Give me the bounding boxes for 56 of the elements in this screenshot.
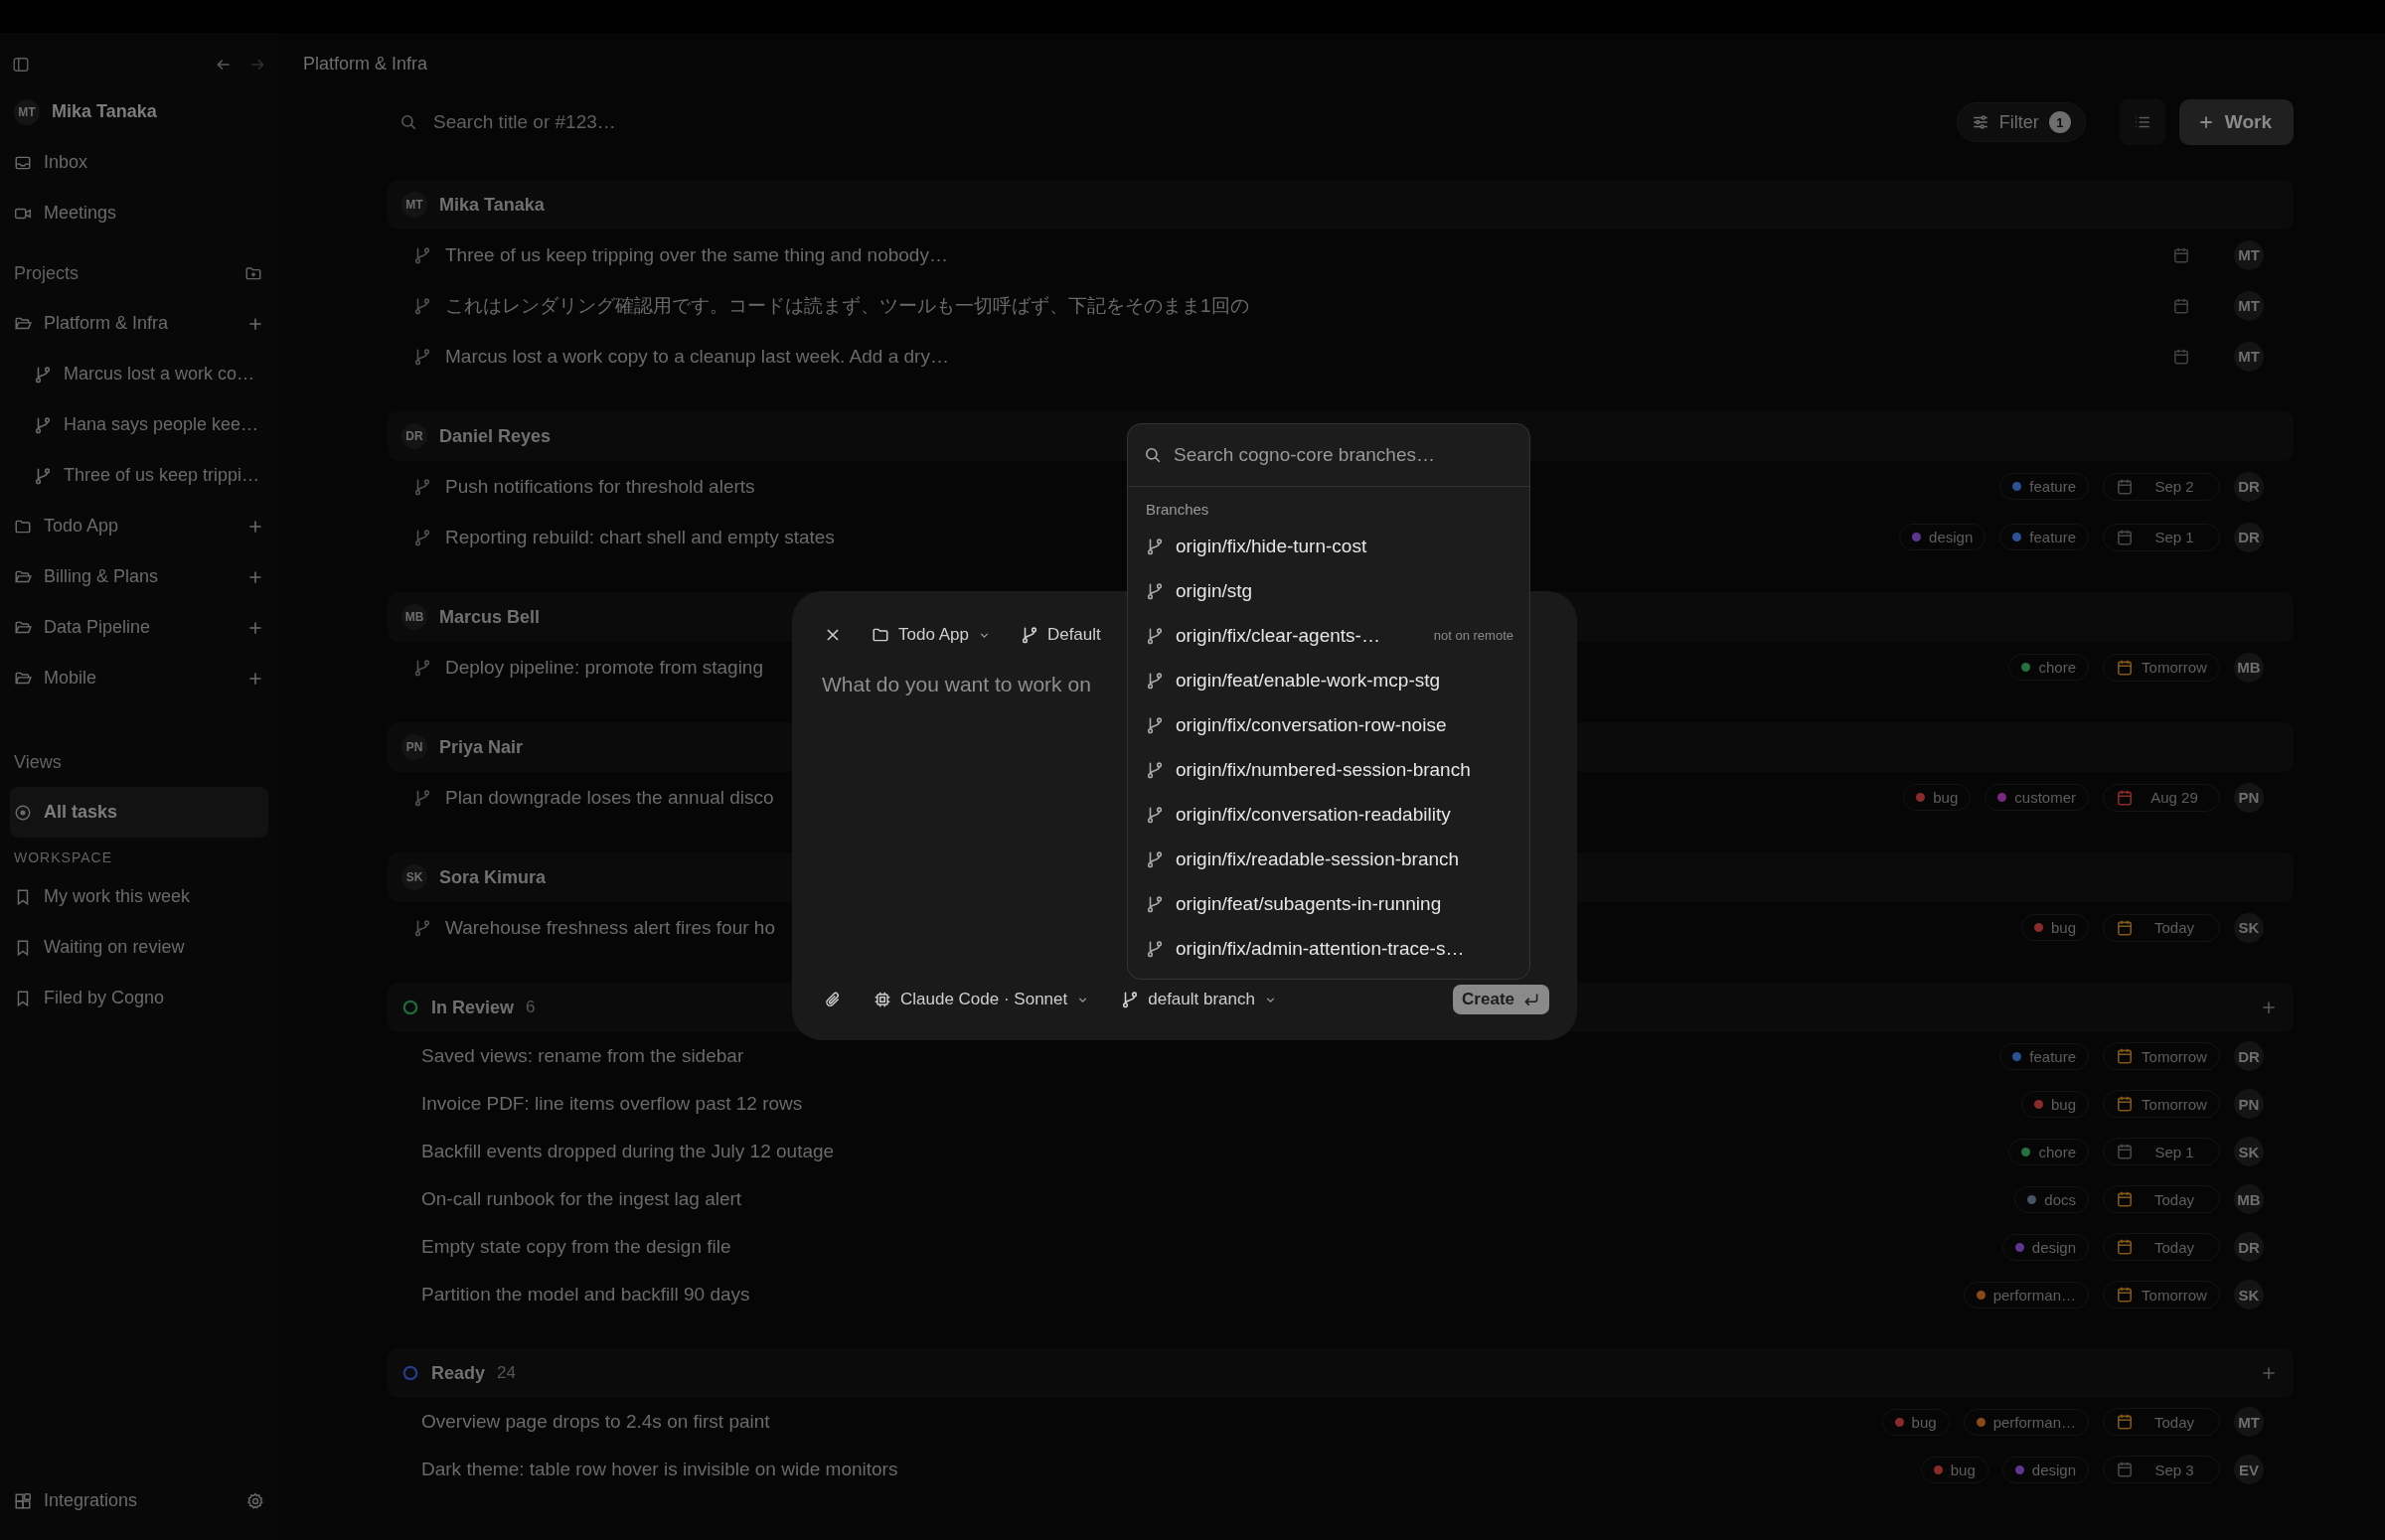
group-title: Sora Kimura xyxy=(439,866,547,888)
label-text: docs xyxy=(2044,1190,2076,1208)
group-title: Marcus Bell xyxy=(439,606,541,628)
group-title: Mika Tanaka xyxy=(439,194,545,216)
label-text: bug xyxy=(2050,1095,2076,1113)
due-date-text: Aug 29 xyxy=(2149,789,2199,806)
due-date-text: Sep 3 xyxy=(2153,1461,2195,1478)
view-label: My work this week xyxy=(44,886,191,907)
label-text: bug xyxy=(1933,789,1959,806)
label-text: performan… xyxy=(1992,1286,2076,1304)
label-text: bug xyxy=(1950,1461,1976,1478)
label-text: feature xyxy=(2029,478,2076,495)
due-date-text: Tomorrow xyxy=(2142,1286,2207,1304)
due-date-text: Tomorrow xyxy=(2142,659,2207,676)
view-label: Waiting on review xyxy=(44,937,185,958)
label-text: performan… xyxy=(1992,1413,2076,1431)
workspace-title: WORKSPACE xyxy=(13,848,113,867)
label-text: customer xyxy=(2014,789,2076,806)
label-text: feature xyxy=(2029,529,2076,545)
group-avatar: MT xyxy=(401,192,427,218)
group-title: Daniel Reyes xyxy=(439,425,552,447)
view-label: Filed by Cogno xyxy=(44,988,165,1008)
section-title: Views xyxy=(14,751,63,773)
breadcrumb: Platform & Infra xyxy=(303,53,428,75)
group-count: 6 xyxy=(526,998,536,1017)
due-date-text: Tomorrow xyxy=(2142,1047,2207,1065)
due-date-text: Sep 1 xyxy=(2153,1143,2195,1160)
due-date-text: Today xyxy=(2153,1238,2195,1256)
due-date-text: Sep 2 xyxy=(2153,478,2195,495)
due-date-text: Today xyxy=(2153,1190,2195,1208)
remote-status-note: not on remote xyxy=(1433,628,1513,643)
view-label: All tasks xyxy=(44,802,118,823)
label-text: design xyxy=(2031,1238,2076,1256)
label-text: bug xyxy=(2050,919,2076,936)
group-count: 24 xyxy=(497,1363,516,1383)
group-avatar: MB xyxy=(401,604,427,630)
label-text: bug xyxy=(1911,1413,1937,1431)
due-date-text: Sep 1 xyxy=(2153,529,2195,545)
due-date-text: Today xyxy=(2153,1413,2195,1431)
label-text: feature xyxy=(2029,1047,2076,1065)
group-title: Priya Nair xyxy=(439,736,524,758)
label-text: design xyxy=(2031,1461,2076,1478)
menu-section-title: Branches xyxy=(1145,500,1210,520)
group-avatar: SK xyxy=(401,864,427,890)
due-date-text: Tomorrow xyxy=(2142,1095,2207,1113)
group-avatar: PN xyxy=(401,734,427,760)
group-avatar: DR xyxy=(401,423,427,449)
filter-count-badge: 1 xyxy=(2048,111,2071,133)
section-title: Projects xyxy=(14,262,80,284)
label-text: design xyxy=(1929,529,1974,545)
label-text: chore xyxy=(2038,659,2076,676)
group-title: In Review xyxy=(431,997,515,1018)
group-title: Ready xyxy=(431,1362,486,1384)
due-date-text: Today xyxy=(2153,919,2195,936)
user-avatar: MT xyxy=(14,98,40,125)
label-text: chore xyxy=(2038,1143,2076,1160)
